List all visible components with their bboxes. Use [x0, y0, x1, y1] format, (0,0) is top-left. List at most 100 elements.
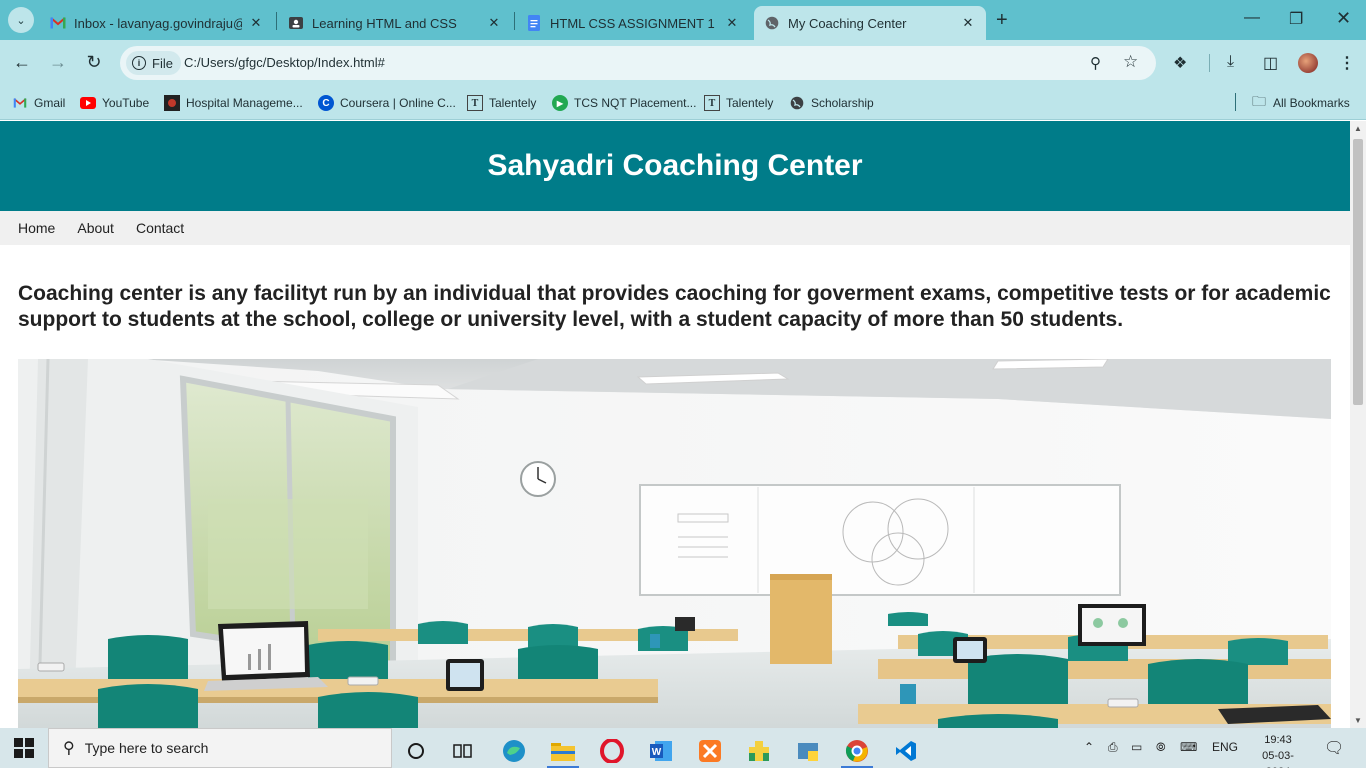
avatar[interactable] [1298, 53, 1318, 73]
search-placeholder: Type here to search [84, 740, 209, 756]
start-button[interactable] [14, 738, 34, 763]
bookmark-coursera[interactable]: C Coursera | Online C... [318, 93, 456, 113]
wifi-icon[interactable]: ⦾ [1156, 740, 1166, 755]
gmail-icon [12, 95, 28, 111]
tab-learning-html[interactable]: Learning HTML and CSS ✕ [278, 6, 512, 40]
windows-icon [14, 738, 34, 758]
new-tab-button[interactable]: + [996, 9, 1008, 32]
minimize-icon: — [1244, 9, 1260, 26]
coursera-icon: C [318, 95, 334, 111]
bookmark-talentely[interactable]: T Talentely [467, 93, 536, 113]
device-icon[interactable]: ⎙ [1108, 740, 1118, 755]
taskbar-vscode[interactable] [886, 734, 926, 768]
taskbar-chrome[interactable] [837, 734, 877, 768]
taskbar-app-green[interactable] [739, 734, 779, 768]
taskbar-search-input[interactable]: ⚲ Type here to search [48, 728, 392, 768]
taskbar-file-explorer[interactable] [543, 734, 583, 768]
taskbar-opera[interactable] [592, 734, 632, 768]
bookmark-label: Gmail [34, 96, 66, 110]
battery-icon[interactable]: ▭ [1131, 740, 1142, 754]
taskbar-word[interactable]: W [641, 734, 681, 768]
page-title: Sahyadri Coaching Center [487, 149, 863, 182]
arrow-right-icon: → [49, 52, 67, 72]
bookmark-tcs-nqt[interactable]: ▶ TCS NQT Placement... [552, 93, 696, 113]
site-info-chip[interactable]: i File [126, 51, 181, 75]
back-button[interactable]: ← [10, 52, 34, 73]
tab-title: HTML CSS ASSIGNMENT 1 - Google Docs [550, 15, 718, 31]
globe-icon [764, 15, 780, 31]
edge-icon [503, 740, 525, 762]
scroll-up-icon[interactable]: ▲ [1350, 124, 1366, 133]
page-scrollbar[interactable]: ▲ ▼ [1350, 121, 1366, 728]
download-icon[interactable]: ⤓ [1227, 53, 1234, 71]
chevron-up-icon[interactable]: ⌃ [1084, 740, 1094, 754]
bookmark-scholarship[interactable]: Scholarship [789, 93, 874, 113]
close-icon[interactable]: ✕ [486, 15, 502, 31]
bookmark-label: YouTube [102, 96, 150, 110]
svg-text:W: W [652, 747, 662, 758]
clock[interactable]: 19:43 05-03-2024 [1250, 732, 1306, 768]
chrome-icon [845, 740, 868, 762]
url-text[interactable]: C:/Users/gfgc/Desktop/Index.html# [184, 55, 385, 70]
taskbar-xampp[interactable] [690, 734, 730, 768]
keyboard-icon[interactable]: ⌨ [1180, 740, 1197, 754]
all-bookmarks-label: All Bookmarks [1273, 96, 1350, 110]
nav-link-contact[interactable]: Contact [136, 220, 184, 236]
side-panel-icon[interactable]: ◫ [1263, 53, 1278, 73]
restore-button[interactable]: ❐ [1289, 9, 1303, 29]
chip-label: File [152, 55, 173, 71]
search-icon: ⚲ [63, 740, 75, 757]
close-icon[interactable]: ✕ [960, 15, 976, 31]
restore-icon: ❐ [1289, 11, 1304, 28]
zoom-icon[interactable]: ⚲ [1090, 54, 1101, 72]
close-icon[interactable]: ✕ [248, 15, 264, 31]
cortana-button[interactable] [396, 734, 436, 768]
chevron-down-icon: ⌄ [16, 14, 26, 27]
address-bar[interactable]: i File C:/Users/gfgc/Desktop/Index.html#… [120, 46, 1156, 80]
scroll-down-icon[interactable]: ▼ [1350, 716, 1366, 725]
xampp-icon [699, 740, 721, 762]
tab-search-button[interactable]: ⌄ [8, 7, 34, 33]
clock-date: 05-03-2024 [1262, 750, 1294, 768]
talentely-icon: T [704, 95, 720, 111]
bookmark-hospital[interactable]: Hospital Manageme... [164, 93, 303, 113]
app-icon [749, 741, 769, 761]
python-icon [798, 743, 818, 761]
tab-divider [514, 12, 515, 30]
minimize-button[interactable]: — [1244, 9, 1260, 27]
arrow-left-icon: ← [13, 52, 31, 72]
star-icon[interactable]: ☆ [1123, 52, 1138, 72]
task-view-button[interactable] [443, 734, 483, 768]
bookmark-talentely-2[interactable]: T Talentely [704, 93, 773, 113]
bookmark-label: Coursera | Online C... [340, 96, 456, 110]
reload-button[interactable]: ↻ [82, 52, 106, 73]
tab-gmail[interactable]: Inbox - lavanyag.govindraju@gmail.com ✕ [40, 6, 274, 40]
tab-google-docs[interactable]: HTML CSS ASSIGNMENT 1 - Google Docs ✕ [516, 6, 750, 40]
bookmark-youtube[interactable]: YouTube [80, 93, 149, 113]
language-indicator[interactable]: ENG [1212, 740, 1238, 754]
windows-taskbar: ⚲ Type here to search W ⌃ ⎙ ▭ ⦾ ⌨ ENG 19… [0, 728, 1366, 768]
scrollbar-thumb[interactable] [1353, 139, 1363, 405]
play-icon: ▶ [552, 95, 568, 111]
intro-text: Coaching center is any facilityt run by … [18, 282, 1331, 331]
taskbar-edge[interactable] [494, 734, 534, 768]
notification-icon[interactable]: 🗨 [1324, 738, 1344, 758]
window-close-button[interactable]: ✕ [1336, 8, 1351, 29]
forward-button[interactable]: → [46, 52, 70, 73]
taskbar-python[interactable] [788, 734, 828, 768]
tab-my-coaching-center[interactable]: My Coaching Center ✕ [754, 6, 986, 40]
opera-icon [600, 739, 624, 763]
docs-icon [526, 15, 542, 31]
bookmark-gmail[interactable]: Gmail [12, 93, 65, 113]
tab-title: My Coaching Center [788, 15, 907, 31]
tab-title: Learning HTML and CSS [312, 15, 457, 31]
nav-link-about[interactable]: About [77, 220, 114, 236]
menu-icon[interactable]: ⋮ [1339, 53, 1355, 73]
clock-time: 19:43 [1264, 734, 1292, 746]
close-icon[interactable]: ✕ [724, 15, 740, 31]
nav-link-home[interactable]: Home [18, 220, 55, 236]
bookmark-label: TCS NQT Placement... [574, 96, 697, 110]
extensions-icon[interactable]: ❖ [1173, 53, 1187, 73]
hospital-icon [164, 95, 180, 111]
all-bookmarks[interactable]: 🗀 All Bookmarks [1251, 93, 1350, 113]
